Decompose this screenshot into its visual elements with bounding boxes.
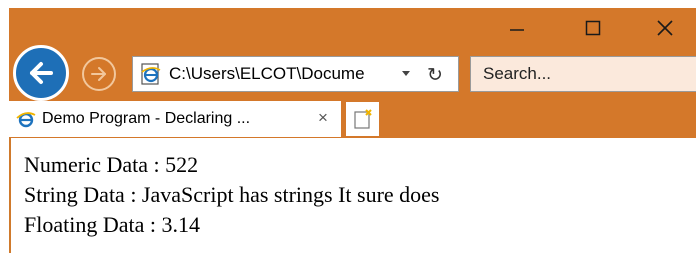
ie-logo-icon [16, 112, 36, 128]
maximize-button[interactable] [558, 8, 628, 48]
string-data-line: String Data : JavaScript has strings It … [24, 182, 440, 207]
back-arrow-icon [30, 62, 53, 84]
forward-button[interactable] [82, 57, 116, 91]
new-tab-button[interactable] [346, 102, 379, 136]
tab-demo-program[interactable]: Demo Program - Declaring ... × [9, 101, 341, 137]
refresh-icon[interactable]: ↻ [427, 64, 443, 87]
address-bar[interactable]: C:\Users\ELCOT\Docume ↻ [132, 56, 459, 92]
minimize-button[interactable] [482, 8, 552, 48]
search-placeholder: Search... [483, 64, 552, 83]
address-text: C:\Users\ELCOT\Docume [169, 64, 365, 83]
numeric-data-line: Numeric Data : 522 [24, 152, 199, 177]
forward-arrow-icon [91, 67, 106, 81]
floating-data-line: Floating Data : 3.14 [24, 212, 200, 237]
chevron-down-icon[interactable] [400, 69, 412, 79]
close-tab-icon[interactable]: × [318, 108, 328, 128]
maximize-icon [585, 20, 601, 36]
minimize-icon [510, 29, 524, 31]
back-button[interactable] [13, 45, 69, 101]
close-icon [657, 20, 673, 36]
close-button[interactable] [634, 8, 696, 48]
search-input[interactable]: Search... [470, 56, 696, 92]
page-icon [141, 63, 161, 85]
tab-title: Demo Program - Declaring ... [42, 110, 251, 127]
page-content: Numeric Data : 522 String Data : JavaScr… [24, 150, 440, 240]
window-border [9, 137, 11, 253]
browser-window: C:\Users\ELCOT\Docume ↻ Search... Demo P… [0, 0, 696, 253]
new-tab-icon [353, 109, 372, 129]
